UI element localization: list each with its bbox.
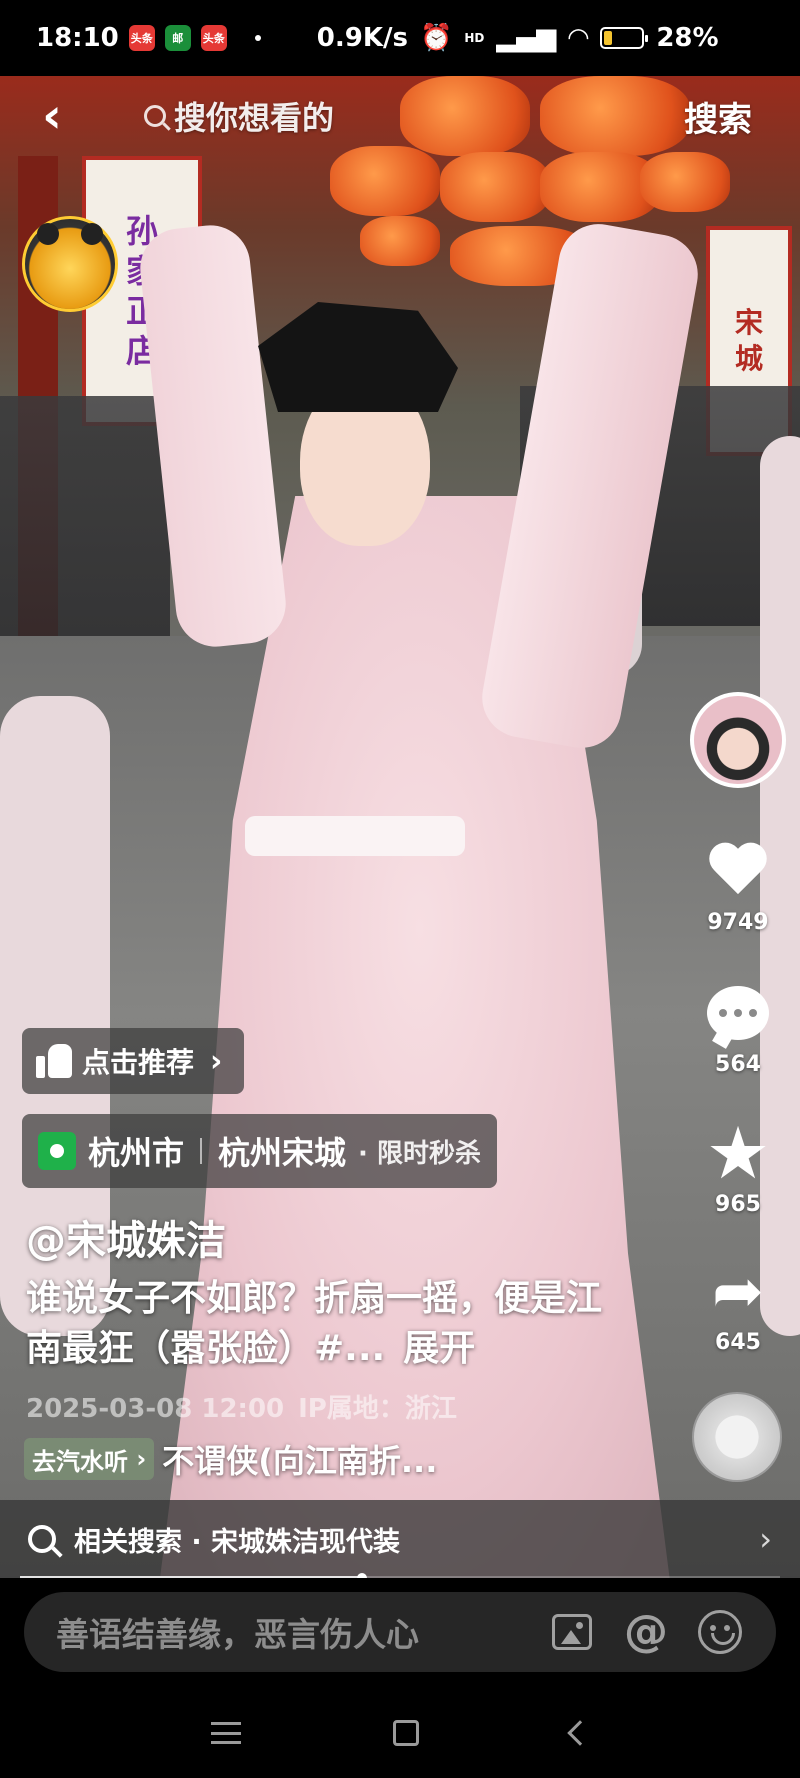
divider bbox=[200, 1138, 203, 1164]
chevron-right-icon: › bbox=[759, 1520, 772, 1558]
search-icon bbox=[144, 105, 166, 127]
expand-link[interactable]: 展开 bbox=[403, 1328, 475, 1369]
lantern bbox=[540, 76, 690, 156]
battery-fill bbox=[604, 31, 612, 45]
lantern bbox=[440, 152, 550, 222]
signal-icon: ▂▄▆ bbox=[496, 23, 557, 53]
comment-count: 564 bbox=[715, 1052, 761, 1077]
system-nav-bar bbox=[0, 1688, 800, 1778]
home-button[interactable] bbox=[393, 1720, 419, 1746]
like-button[interactable]: 9749 bbox=[688, 838, 788, 935]
battery-icon bbox=[600, 27, 649, 49]
music-disc[interactable] bbox=[692, 1392, 782, 1482]
mascot-avatar[interactable] bbox=[22, 216, 118, 312]
emoji-button[interactable] bbox=[696, 1608, 744, 1656]
author-avatar[interactable] bbox=[690, 692, 786, 788]
status-time: 18:10 bbox=[36, 23, 119, 53]
comment-bubble-icon bbox=[707, 986, 769, 1040]
share-button[interactable]: ➦ 645 bbox=[688, 1254, 788, 1356]
search-icon bbox=[28, 1525, 56, 1553]
lantern bbox=[360, 216, 440, 266]
more-notifications-dot bbox=[254, 35, 261, 41]
search-button[interactable]: 搜索 bbox=[684, 92, 752, 141]
recent-apps-button[interactable] bbox=[211, 1722, 241, 1744]
at-icon: @ bbox=[624, 1606, 668, 1657]
comment-button[interactable]: 564 bbox=[688, 980, 788, 1077]
toutiao-notification-icon-2: 头条 bbox=[200, 25, 227, 51]
location-tag[interactable]: 杭州市 杭州宋城 · 限时秒杀 bbox=[22, 1114, 497, 1188]
back-arrow-icon: ‹ bbox=[42, 88, 62, 144]
ip-location: IP属地：浙江 bbox=[298, 1394, 457, 1424]
share-count: 645 bbox=[715, 1330, 761, 1355]
music-title: 不谓侠(向江南折... bbox=[162, 1442, 438, 1480]
location-place: 杭州宋城 bbox=[218, 1134, 347, 1172]
author-name[interactable]: @宋城姝洁 bbox=[26, 1208, 226, 1266]
dancer-hat bbox=[258, 302, 458, 412]
thumbs-up-icon bbox=[36, 1044, 72, 1078]
chevron-right-icon: › bbox=[210, 1043, 223, 1079]
recommend-label: 点击推荐 bbox=[82, 1046, 195, 1079]
lantern bbox=[640, 152, 730, 212]
comment-placeholder: 善语结善缘，恶言伤人心 bbox=[56, 1615, 419, 1654]
favorite-button[interactable]: ★ 965 bbox=[688, 1111, 788, 1217]
image-button[interactable] bbox=[548, 1608, 596, 1656]
dancer-sash bbox=[245, 816, 465, 856]
heart-icon bbox=[708, 844, 768, 898]
toutiao-notification-icon: 头条 bbox=[128, 25, 155, 51]
favorite-count: 965 bbox=[715, 1192, 761, 1217]
emoji-icon bbox=[698, 1610, 742, 1654]
star-icon: ★ bbox=[705, 1111, 771, 1195]
video-description[interactable]: 谁说女子不如郎？折扇一摇，便是江南最狂（嚣张脸）#... 展开 bbox=[26, 1274, 626, 1374]
search-placeholder: 搜你想看的 bbox=[174, 99, 335, 137]
system-back-button[interactable] bbox=[567, 1720, 593, 1746]
mascot-ear bbox=[37, 223, 59, 245]
status-bar: 18:10 头条 邮 头条 0.9K/s ⏰ HD ▂▄▆ ◠ 28% bbox=[0, 0, 800, 76]
post-notification-icon: 邮 bbox=[164, 25, 191, 51]
signal-hd-label: HD bbox=[464, 31, 485, 45]
like-count: 9749 bbox=[707, 910, 769, 935]
recommend-button[interactable]: 点击推荐 › bbox=[22, 1028, 245, 1094]
music-row[interactable]: 去汽水听 › 不谓侠(向江南折... bbox=[24, 1436, 437, 1482]
share-arrow-icon: ➦ bbox=[712, 1254, 764, 1327]
search-input[interactable]: 搜你想看的 bbox=[144, 92, 434, 140]
description-text: 谁说女子不如郎？折扇一摇，便是江南最狂（嚣张脸）#... bbox=[26, 1278, 603, 1369]
related-search-text: 相关搜索 · 宋城姝洁现代装 bbox=[74, 1526, 401, 1558]
mention-button[interactable]: @ bbox=[622, 1608, 670, 1656]
wifi-icon: ◠ bbox=[568, 23, 589, 53]
location-pin-icon bbox=[38, 1132, 76, 1170]
post-meta: 2025-03-08 12:00 IP属地：浙江 bbox=[26, 1388, 457, 1425]
image-icon bbox=[552, 1614, 592, 1650]
lantern bbox=[330, 146, 440, 216]
location-city: 杭州市 bbox=[88, 1134, 185, 1172]
battery-percent: 28% bbox=[656, 23, 719, 53]
alarm-icon: ⏰ bbox=[419, 23, 453, 53]
mascot-ear bbox=[81, 223, 103, 245]
post-date: 2025-03-08 12:00 bbox=[26, 1394, 285, 1424]
comment-input[interactable]: 善语结善缘，恶言伤人心 @ bbox=[24, 1592, 776, 1672]
related-search-bar[interactable]: 相关搜索 · 宋城姝洁现代装 › bbox=[0, 1500, 800, 1578]
back-button[interactable]: ‹ bbox=[30, 86, 74, 146]
location-promo: · 限时秒杀 bbox=[358, 1138, 481, 1169]
network-speed: 0.9K/s bbox=[316, 23, 408, 53]
music-app-tag[interactable]: 去汽水听 › bbox=[24, 1438, 155, 1480]
